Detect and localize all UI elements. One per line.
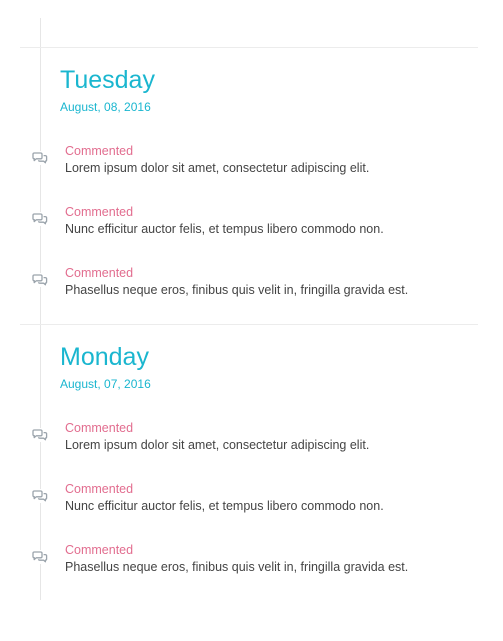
day-title: Monday (60, 343, 149, 371)
day-divider (20, 47, 478, 48)
comments-icon (30, 489, 50, 503)
entry-action: Commented (65, 205, 134, 219)
comments-icon (30, 428, 50, 442)
timeline-entry: Commented Phasellus neque eros, finibus … (30, 265, 480, 305)
timeline-entry: Commented Lorem ipsum dolor sit amet, co… (30, 420, 480, 460)
entry-action: Commented (65, 266, 134, 280)
timeline-entry: Commented Nunc efficitur auctor felis, e… (30, 481, 480, 521)
entry-action: Commented (65, 421, 134, 435)
entry-action: Commented (65, 482, 134, 496)
day-divider (20, 324, 478, 325)
entry-text: Lorem ipsum dolor sit amet, consectetur … (65, 438, 370, 452)
timeline-entry: Commented Nunc efficitur auctor felis, e… (30, 204, 480, 244)
entry-action: Commented (65, 543, 134, 557)
timeline-entry: Commented Lorem ipsum dolor sit amet, co… (30, 143, 480, 183)
entry-action: Commented (65, 144, 134, 158)
timeline-entry: Commented Phasellus neque eros, finibus … (30, 542, 480, 582)
entry-text: Nunc efficitur auctor felis, et tempus l… (65, 222, 384, 236)
day-date: August, 08, 2016 (60, 100, 151, 114)
comments-icon (30, 212, 50, 226)
comments-icon (30, 550, 50, 564)
comments-icon (30, 273, 50, 287)
entry-text: Phasellus neque eros, finibus quis velit… (65, 560, 409, 574)
entry-text: Phasellus neque eros, finibus quis velit… (65, 283, 409, 297)
comments-icon (30, 151, 50, 165)
day-title: Tuesday (60, 66, 155, 94)
entry-text: Lorem ipsum dolor sit amet, consectetur … (65, 161, 370, 175)
day-date: August, 07, 2016 (60, 377, 151, 391)
entry-text: Nunc efficitur auctor felis, et tempus l… (65, 499, 384, 513)
